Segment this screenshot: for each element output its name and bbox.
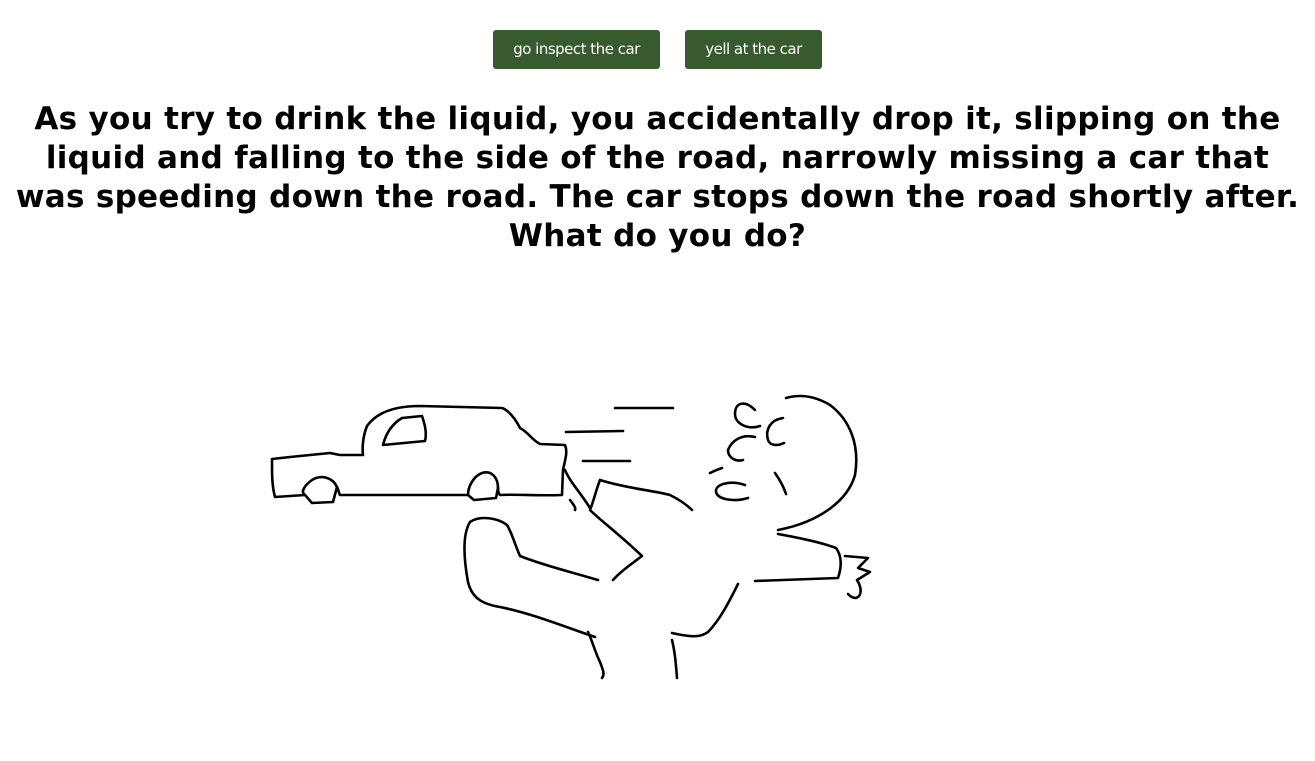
choice-bar: go inspect the car yell at the car: [0, 30, 1315, 69]
scene-illustration: [270, 394, 872, 680]
speed-lines: [564, 406, 675, 463]
yell-at-car-button[interactable]: yell at the car: [685, 30, 822, 69]
car-drawing: [270, 404, 568, 505]
inspect-car-button[interactable]: go inspect the car: [493, 30, 660, 69]
falling-person-drawing: [463, 394, 872, 680]
story-text: As you try to drink the liquid, you acci…: [15, 101, 1300, 254]
